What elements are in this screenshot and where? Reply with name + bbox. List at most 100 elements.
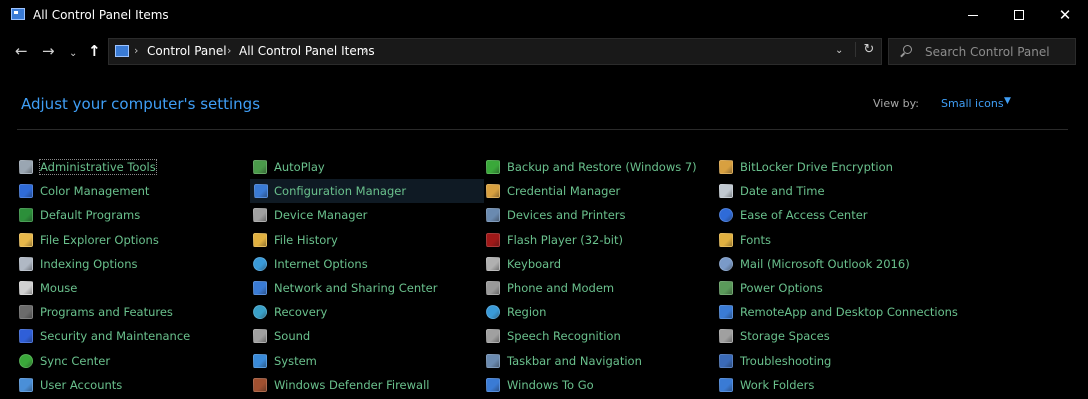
control-panel-item[interactable]: Color Management (18, 179, 250, 203)
control-panel-item[interactable]: Security and Maintenance (18, 324, 250, 348)
control-panel-item[interactable]: Windows To Go (485, 373, 717, 397)
indexing-options-icon (19, 256, 33, 271)
control-panel-item[interactable]: Work Folders (718, 373, 950, 397)
control-panel-item[interactable]: Ease of Access Center (718, 203, 950, 227)
divider (17, 129, 1068, 130)
control-panel-item[interactable]: Storage Spaces (718, 324, 950, 348)
control-panel-item[interactable]: Backup and Restore (Windows 7) (485, 155, 717, 179)
forward-button[interactable]: → (42, 42, 55, 60)
control-panel-item-label: Indexing Options (40, 256, 138, 271)
control-panel-item-label: Recovery (274, 305, 328, 320)
control-panel-item-label: Sound (274, 329, 311, 344)
control-panel-item[interactable]: Flash Player (32-bit) (485, 228, 717, 252)
control-panel-item[interactable]: Sync Center (18, 349, 250, 373)
back-button[interactable]: ← (15, 42, 28, 60)
refresh-icon[interactable]: ↻ (855, 42, 882, 57)
control-panel-item[interactable]: Power Options (718, 276, 950, 300)
credential-manager-icon (486, 184, 500, 199)
control-panel-item[interactable]: Mouse (18, 276, 250, 300)
control-panel-item-label: Devices and Printers (507, 208, 626, 223)
troubleshooting-icon (719, 353, 733, 368)
view-by-dropdown[interactable]: Small icons (941, 97, 1004, 111)
user-accounts-icon (19, 377, 33, 392)
programs-features-icon (19, 305, 33, 320)
up-button[interactable]: ↑ (88, 42, 101, 60)
microphone-icon (486, 329, 500, 344)
control-panel-item[interactable]: File History (252, 228, 484, 252)
breadcrumb-separator-icon[interactable]: › (363, 44, 367, 58)
firewall-icon (253, 377, 267, 392)
control-panel-item[interactable]: User Accounts (18, 373, 250, 397)
title-bar: All Control Panel Items ✕ (0, 0, 1088, 31)
bitlocker-icon (719, 160, 733, 174)
control-panel-item[interactable]: Indexing Options (18, 252, 250, 276)
configuration-manager-icon (254, 184, 268, 199)
control-panel-item[interactable]: System (252, 349, 484, 373)
control-panel-item[interactable]: Region (485, 300, 717, 324)
control-panel-item-label: Color Management (40, 184, 150, 199)
address-bar[interactable]: › Control Panel › All Control Panel Item… (108, 38, 882, 65)
control-panel-item[interactable]: Devices and Printers (485, 203, 717, 227)
control-panel-item[interactable]: Network and Sharing Center (252, 276, 484, 300)
storage-spaces-icon (719, 329, 733, 344)
control-panel-item[interactable]: AutoPlay (252, 155, 484, 179)
control-panel-item[interactable]: Credential Manager (485, 179, 717, 203)
control-panel-item[interactable]: Mail (Microsoft Outlook 2016) (718, 252, 950, 276)
maximize-button[interactable] (996, 0, 1042, 31)
control-panel-item[interactable]: BitLocker Drive Encryption (718, 155, 950, 179)
items-column-3: Backup and Restore (Windows 7) Credential… (485, 155, 717, 397)
control-panel-item[interactable]: Programs and Features (18, 300, 250, 324)
breadcrumb-separator-icon[interactable]: › (134, 44, 138, 58)
content-area: Adjust your computer's settings View by:… (0, 72, 1088, 399)
maximize-icon (1014, 10, 1024, 20)
control-panel-item[interactable]: Fonts (718, 228, 950, 252)
address-dropdown-icon[interactable]: ⌄ (835, 45, 843, 56)
work-folders-icon (719, 377, 733, 392)
control-panel-item[interactable]: File Explorer Options (18, 228, 250, 252)
default-programs-icon (19, 208, 33, 223)
backup-restore-icon (486, 160, 500, 174)
control-panel-item-label: Ease of Access Center (740, 208, 868, 223)
control-panel-item-label: Sync Center (40, 353, 111, 368)
color-management-icon (19, 184, 33, 199)
items-column-1: Administrative Tools Color Management Defa… (18, 155, 250, 397)
breadcrumb-control-panel[interactable]: Control Panel (147, 44, 227, 58)
control-panel-item[interactable]: Device Manager (252, 203, 484, 227)
view-by-arrow-icon[interactable]: ▼ (1004, 96, 1011, 106)
control-panel-item-label: RemoteApp and Desktop Connections (740, 305, 958, 320)
control-panel-item[interactable]: Administrative Tools (18, 155, 250, 179)
control-panel-item[interactable]: Internet Options (252, 252, 484, 276)
breadcrumb-all-items[interactable]: All Control Panel Items (239, 44, 375, 58)
control-panel-item[interactable]: Default Programs (18, 203, 250, 227)
control-panel-item[interactable]: RemoteApp and Desktop Connections (718, 300, 958, 324)
control-panel-icon (11, 8, 25, 20)
control-panel-item[interactable]: Recovery (252, 300, 484, 324)
control-panel-item-label: Configuration Manager (274, 184, 407, 199)
control-panel-item-label: BitLocker Drive Encryption (740, 160, 893, 174)
control-panel-item[interactable]: Windows Defender Firewall (252, 373, 484, 397)
region-icon (486, 305, 500, 320)
control-panel-item-label: Administrative Tools (39, 159, 157, 175)
control-panel-item[interactable]: Keyboard (485, 252, 717, 276)
control-panel-item[interactable]: Troubleshooting (718, 349, 950, 373)
breadcrumb-separator-icon[interactable]: › (227, 44, 231, 58)
control-panel-item-label: Keyboard (507, 256, 562, 271)
close-button[interactable]: ✕ (1042, 0, 1088, 31)
control-panel-item-label: User Accounts (40, 377, 123, 392)
search-box[interactable] (888, 38, 1076, 65)
minimize-button[interactable] (950, 0, 996, 31)
keyboard-icon (486, 256, 500, 271)
device-manager-icon (253, 208, 267, 223)
recent-locations-button[interactable]: ⌄ (69, 45, 77, 63)
control-panel-item-label: Taskbar and Navigation (507, 353, 642, 368)
control-panel-item[interactable]: Phone and Modem (485, 276, 717, 300)
control-panel-item[interactable]: Configuration Manager (250, 179, 484, 204)
control-panel-item[interactable]: Taskbar and Navigation (485, 349, 717, 373)
control-panel-item[interactable]: Date and Time (718, 179, 950, 203)
control-panel-item-label: System (274, 353, 317, 368)
control-panel-item[interactable]: Sound (252, 324, 484, 348)
fonts-icon (719, 232, 733, 247)
control-panel-item[interactable]: Speech Recognition (485, 324, 717, 348)
search-input[interactable] (925, 43, 1071, 60)
items-column-2: AutoPlay Configuration Manager Device Mana… (250, 155, 484, 397)
